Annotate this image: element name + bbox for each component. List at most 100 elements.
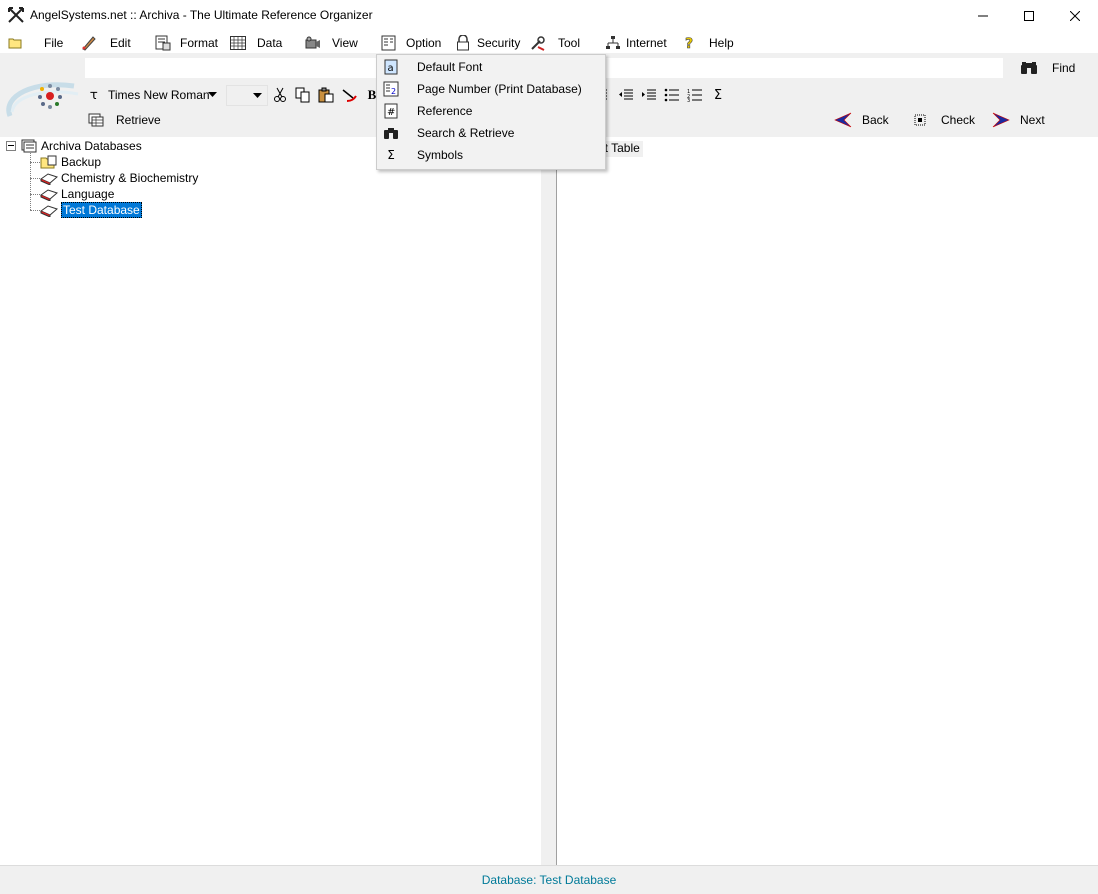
- tree-item-backup[interactable]: Backup: [40, 154, 101, 170]
- check-button[interactable]: Check: [913, 109, 975, 131]
- paste-clipboard-icon[interactable]: [316, 85, 336, 105]
- outdent-icon[interactable]: [616, 85, 636, 105]
- menu-view[interactable]: View: [304, 34, 358, 52]
- retrieve-button[interactable]: Retrieve: [88, 109, 161, 131]
- archiva-app-icon[interactable]: [8, 7, 24, 23]
- sigma-icon: Σ: [387, 148, 395, 162]
- table-list-pane[interactable]: [556, 137, 1098, 865]
- menu-option[interactable]: Option: [380, 34, 441, 52]
- svg-text:#: #: [387, 107, 395, 118]
- title-bar: AngelSystems.net :: Archiva - The Ultima…: [0, 0, 1098, 31]
- page-number-icon: 2: [383, 81, 399, 97]
- status-text: Database: Test Database: [481, 873, 617, 887]
- tree-item-label: Language: [61, 187, 115, 201]
- font-name-select[interactable]: ꚍ Times New Roman: [86, 85, 222, 104]
- svg-text:?: ?: [685, 36, 693, 51]
- find-button[interactable]: Find: [1020, 57, 1075, 79]
- tree-root-item[interactable]: Archiva Databases: [20, 138, 142, 154]
- tree-item-label: Chemistry & Biochemistry: [61, 171, 199, 185]
- format-painter-icon[interactable]: [339, 85, 359, 105]
- check-square-icon: [913, 113, 931, 127]
- hash-reference-icon: #: [383, 103, 399, 119]
- font-size-select[interactable]: [226, 85, 268, 106]
- numbered-list-icon[interactable]: 123: [685, 85, 705, 105]
- font-name-value: Times New Roman: [108, 88, 210, 102]
- tree-item-test-database[interactable]: Test Database: [40, 202, 142, 218]
- svg-text:3: 3: [687, 98, 690, 102]
- retrieve-table-icon: [88, 113, 106, 127]
- menu-tool-label: Tool: [558, 36, 581, 50]
- menu-file-label: File: [44, 36, 64, 50]
- font-type-icon: ꚍ: [90, 87, 98, 102]
- binoculars-icon: [383, 125, 399, 141]
- tools-icon: [529, 35, 547, 51]
- pane-splitter[interactable]: [541, 137, 556, 865]
- sigma-icon[interactable]: Σ: [708, 85, 728, 105]
- indent-icon[interactable]: [639, 85, 659, 105]
- back-label: Back: [862, 113, 889, 127]
- next-button[interactable]: Next: [992, 109, 1045, 131]
- menu-security-label: Security: [477, 36, 521, 50]
- option-menu-reference[interactable]: # Reference: [377, 100, 605, 122]
- camera-icon: [304, 35, 322, 51]
- tree-root-label: Archiva Databases: [41, 139, 142, 153]
- menu-data[interactable]: Data: [229, 34, 282, 52]
- back-button[interactable]: Back: [834, 109, 889, 131]
- collapse-toggle[interactable]: [6, 141, 16, 151]
- folder-open-icon: [40, 155, 58, 169]
- menu-edit-label: Edit: [110, 36, 131, 50]
- arrow-left-icon: [834, 112, 852, 128]
- option-menu-page-number[interactable]: 2 Page Number (Print Database): [377, 78, 605, 100]
- menu-security[interactable]: Security: [454, 34, 520, 52]
- database-book-icon: [40, 187, 58, 201]
- database-stack-icon: [20, 139, 38, 153]
- find-label: Find: [1052, 61, 1076, 75]
- option-menu-symbols[interactable]: Σ Symbols: [377, 144, 605, 166]
- format-document-icon: [154, 35, 172, 51]
- menu-option-label: Option: [406, 36, 442, 50]
- menu-data-label: Data: [257, 36, 283, 50]
- menu-file[interactable]: File: [6, 34, 63, 52]
- tree-item-label-selected: Test Database: [61, 202, 142, 218]
- menu-internet[interactable]: Internet: [604, 34, 667, 52]
- tree-item-label: Backup: [61, 155, 102, 169]
- chevron-down-icon: [208, 88, 217, 103]
- option-document-icon: [380, 35, 398, 51]
- option-menu-search-retrieve[interactable]: Search & Retrieve: [377, 122, 605, 144]
- status-bar: Database: Test Database: [0, 865, 1098, 894]
- database-book-icon: [40, 171, 58, 185]
- database-tree-pane[interactable]: Archiva Databases Backup Chemistry & Bio…: [0, 137, 541, 865]
- database-book-icon: [40, 203, 58, 217]
- check-label: Check: [941, 113, 976, 127]
- menu-format-label: Format: [180, 36, 219, 50]
- menu-format[interactable]: Format: [154, 34, 218, 52]
- menu-help[interactable]: ? Help: [680, 34, 734, 52]
- tree-item-chemistry[interactable]: Chemistry & Biochemistry: [40, 170, 198, 186]
- maximize-button[interactable]: [1006, 0, 1052, 31]
- menu-view-label: View: [332, 36, 358, 50]
- option-menu-dropdown: a Default Font 2 Page Number (Print Data…: [376, 54, 606, 170]
- edit-pen-icon: [80, 35, 98, 51]
- folder-icon: [6, 35, 24, 51]
- bullet-list-icon[interactable]: [662, 85, 682, 105]
- option-menu-default-font[interactable]: a Default Font: [377, 56, 605, 78]
- lock-icon: [454, 35, 472, 51]
- menu-internet-label: Internet: [626, 36, 667, 50]
- minimize-button[interactable]: [960, 0, 1006, 31]
- chevron-down-icon: [253, 89, 262, 104]
- retrieve-label: Retrieve: [116, 113, 161, 127]
- menu-tool[interactable]: Tool: [529, 34, 580, 52]
- close-button[interactable]: [1052, 0, 1098, 31]
- archiva-logo: [4, 76, 82, 124]
- binoculars-icon: [1020, 61, 1038, 75]
- svg-text:2: 2: [391, 87, 396, 96]
- window-title: AngelSystems.net :: Archiva - The Ultima…: [30, 8, 373, 22]
- font-document-icon: a: [383, 59, 399, 75]
- next-label: Next: [1020, 113, 1045, 127]
- tree-item-language[interactable]: Language: [40, 186, 114, 202]
- menu-edit[interactable]: Edit: [80, 34, 131, 52]
- copy-icon[interactable]: [293, 85, 313, 105]
- cut-scissors-icon[interactable]: [270, 85, 290, 105]
- help-question-icon: ?: [680, 35, 698, 51]
- table-grid-icon: [229, 35, 247, 51]
